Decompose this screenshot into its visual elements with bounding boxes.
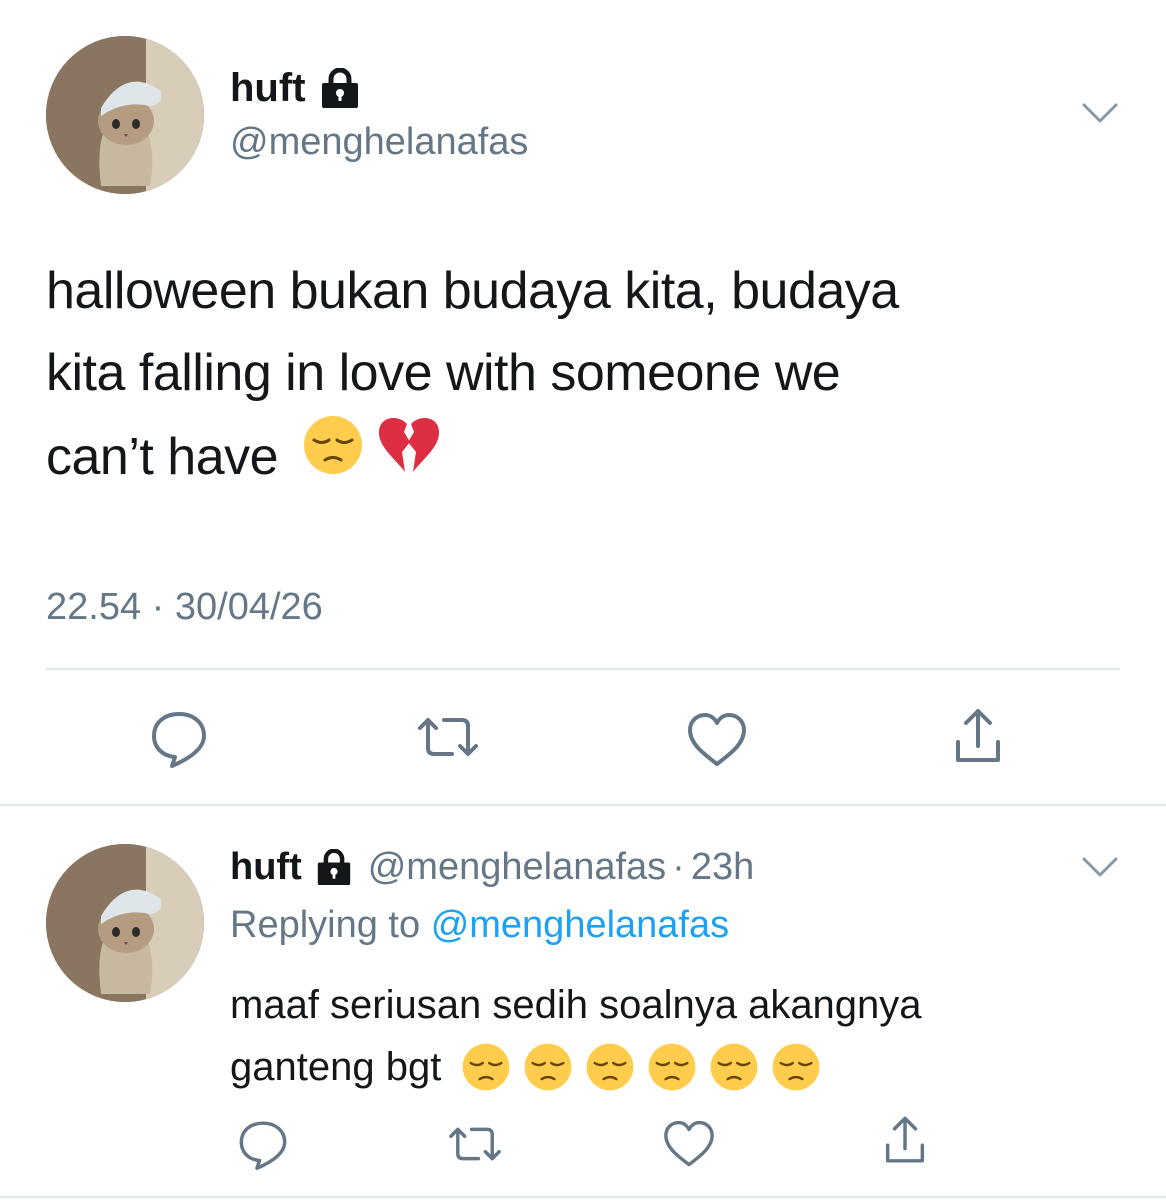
like-icon[interactable]	[662, 1120, 716, 1168]
tweet-text-line-3: can’t have	[46, 414, 899, 500]
share-icon[interactable]	[954, 706, 1002, 766]
chevron-down-icon[interactable]	[1080, 100, 1120, 126]
avatar[interactable]	[46, 844, 204, 1002]
pensive-face-emoji	[710, 1043, 758, 1091]
tweet-text-line: kita falling in love with someone we	[46, 344, 841, 402]
divider	[46, 668, 1120, 670]
chevron-down-icon[interactable]	[1080, 854, 1120, 880]
handle[interactable]: @menghelanafas	[368, 846, 666, 889]
broken-heart-emoji	[376, 414, 442, 500]
tweet-timestamp[interactable]: 22.54 · 30/04/26	[46, 586, 323, 629]
display-name[interactable]: huft	[230, 66, 306, 111]
reply-text-line-2: ganteng bgt	[230, 1036, 922, 1098]
time-ago[interactable]: 23h	[691, 846, 754, 889]
reply-text-line: ganteng bgt	[230, 1045, 442, 1089]
reply-icon[interactable]	[148, 708, 210, 768]
pensive-face-emoji	[772, 1043, 820, 1091]
lock-icon	[318, 68, 362, 108]
reply-text-line: maaf seriusan sedih soalnya akangnya	[230, 983, 922, 1027]
retweet-icon[interactable]	[412, 714, 484, 760]
pensive-face-emoji	[648, 1043, 696, 1091]
replying-to-handle[interactable]: @menghelanafas	[431, 904, 729, 946]
emoji-row	[461, 1042, 821, 1092]
avatar[interactable]	[46, 36, 204, 194]
pensive-face-emoji	[302, 414, 364, 500]
tweet-text-line: can’t have	[46, 428, 279, 486]
reply-text: maaf seriusan sedih soalnya akangnya gan…	[230, 974, 922, 1098]
pensive-face-emoji	[524, 1043, 572, 1091]
lock-icon	[314, 849, 354, 885]
tweet-text-line: halloween bukan budaya kita, budaya	[46, 262, 899, 320]
pensive-face-emoji	[462, 1043, 510, 1091]
like-icon[interactable]	[686, 712, 748, 768]
handle[interactable]: @menghelanafas	[230, 121, 528, 164]
reply-icon[interactable]	[236, 1118, 290, 1170]
pensive-face-emoji	[586, 1043, 634, 1091]
share-icon[interactable]	[884, 1114, 926, 1166]
separator: ·	[672, 845, 685, 888]
retweet-icon[interactable]	[444, 1124, 506, 1164]
bottom-divider	[0, 1196, 1166, 1198]
display-name[interactable]: huft	[230, 846, 302, 889]
replying-to-label: Replying to	[230, 904, 421, 946]
tweet-text: halloween bukan budaya kita, budaya kita…	[46, 250, 899, 500]
section-divider	[0, 804, 1166, 806]
